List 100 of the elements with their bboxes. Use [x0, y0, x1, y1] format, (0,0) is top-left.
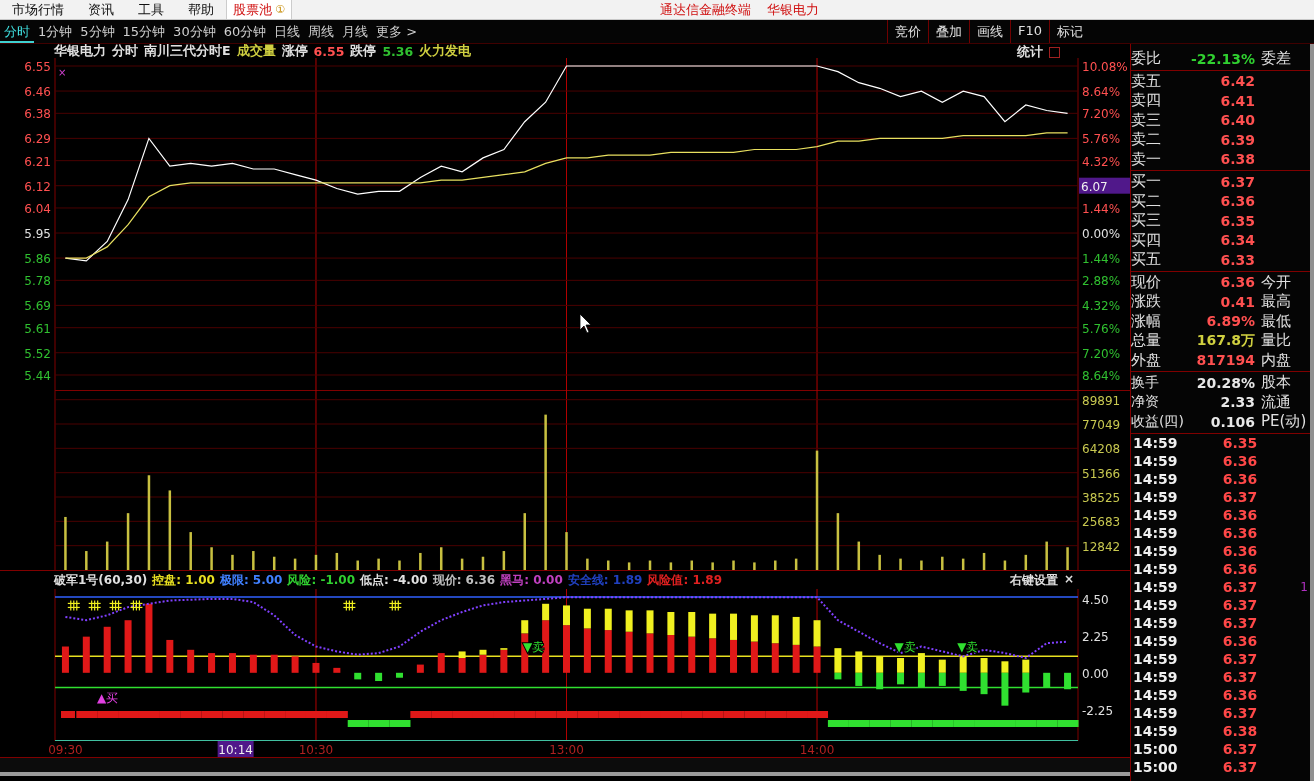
- chart-info: 5.36: [382, 43, 414, 59]
- ask-label: 卖四: [1131, 91, 1162, 111]
- axis-label: 8.64%: [1082, 85, 1121, 100]
- volume-bar: [523, 513, 526, 570]
- chart-info: 南川三代分时E: [144, 42, 231, 60]
- volume-bar: [272, 556, 276, 570]
- axis-label: 2.88%: [1082, 274, 1121, 289]
- chart-info: 分时: [112, 42, 138, 60]
- indicator-bar: [416, 664, 424, 673]
- quote-value: 2.33: [1219, 394, 1256, 411]
- trade-time: 14:59: [1132, 668, 1179, 685]
- toolbar-button[interactable]: 叠加: [927, 20, 969, 43]
- trade-time: 14:59: [1132, 470, 1179, 487]
- indicator-bar: [145, 603, 153, 673]
- volume-bar: [565, 532, 568, 570]
- trade-time: 14:59: [1132, 632, 1179, 649]
- axis-label: 10.08%: [1082, 60, 1128, 74]
- bid-price: 6.33: [1219, 251, 1256, 268]
- settings-link[interactable]: 右键设置: [1009, 572, 1058, 589]
- buy-signal: ▲买: [97, 690, 119, 705]
- chart-info: 华银电力: [54, 42, 106, 60]
- quote-label: 总量: [1131, 331, 1162, 351]
- volume-bar: [252, 551, 255, 570]
- period-tab[interactable]: 日线: [270, 20, 305, 43]
- indicator-bar: [270, 654, 278, 673]
- period-tab[interactable]: 更多 >: [372, 20, 422, 43]
- toolbar-button[interactable]: 竞价: [886, 20, 928, 43]
- axis-label: 51366: [1082, 466, 1121, 481]
- panel-toggle-icon[interactable]: [1049, 47, 1060, 58]
- axis-label: 10:30: [298, 743, 334, 757]
- quote-label: 涨跌: [1131, 292, 1162, 312]
- close-icon[interactable]: ×: [1063, 572, 1074, 589]
- ask-price: 6.38: [1219, 151, 1256, 168]
- hash-mark-icon: [67, 599, 81, 612]
- quote-label: 内盘: [1260, 350, 1292, 370]
- stats-button[interactable]: 统计: [1017, 44, 1043, 61]
- ask-price: 6.42: [1219, 73, 1256, 90]
- axis-label: 12842: [1082, 539, 1121, 554]
- trade-time: 14:59: [1132, 704, 1179, 721]
- quote-label: 最高: [1260, 292, 1292, 312]
- volume-bar: [836, 513, 840, 570]
- volume-bar: [335, 552, 339, 570]
- period-tab[interactable]: 1分钟: [34, 20, 77, 43]
- mouse-pointer-icon: [579, 313, 592, 334]
- toolbar-button[interactable]: 画线: [968, 20, 1010, 43]
- quote-label: PE(动): [1260, 412, 1308, 432]
- axis-label: 6.29: [24, 132, 51, 147]
- toolbar-button[interactable]: F10: [1009, 20, 1049, 43]
- trade-price: 6.37: [1221, 578, 1259, 595]
- period-tab[interactable]: 30分钟: [169, 20, 220, 43]
- trade-time: 14:59: [1132, 722, 1179, 739]
- hash-mark-icon: [129, 599, 143, 612]
- volume-bar: [774, 560, 777, 570]
- trade-price: 6.36: [1221, 632, 1259, 649]
- period-tab[interactable]: 60分钟: [219, 20, 271, 43]
- bid-price: 6.34: [1219, 232, 1256, 249]
- volume-bar: [314, 554, 318, 570]
- axis-label: 4.50: [1082, 592, 1109, 607]
- axis-label: 6.21: [24, 154, 51, 169]
- period-tab[interactable]: 月线: [338, 20, 373, 43]
- toolbar-button[interactable]: 标记: [1049, 20, 1090, 43]
- menu-item[interactable]: 市场行情: [0, 0, 76, 19]
- bid-price: 6.37: [1219, 173, 1256, 190]
- indicator-bar: [61, 646, 69, 673]
- period-tab[interactable]: 15分钟: [118, 20, 170, 43]
- volume-bar: [1045, 541, 1048, 570]
- stock-pool-tab[interactable]: 股票池 ①: [226, 0, 292, 19]
- indicator-bar: [228, 653, 236, 673]
- menu-item[interactable]: 工具: [126, 0, 176, 19]
- indicator-bar: [354, 672, 362, 680]
- trade-price: 6.37: [1221, 596, 1259, 613]
- menu-item[interactable]: 帮助: [176, 0, 226, 19]
- axis-label: 5.52: [24, 346, 51, 361]
- period-tab[interactable]: 周线: [304, 20, 339, 43]
- trade-price: 6.37: [1221, 704, 1259, 721]
- volume-bar: [732, 560, 735, 570]
- period-tab[interactable]: 5分钟: [76, 20, 119, 43]
- volume-bar: [356, 560, 359, 570]
- hash-mark-icon: [88, 599, 102, 612]
- window-title: 华银电力: [766, 0, 819, 19]
- trade-price: 6.36: [1221, 524, 1259, 541]
- trade-price: 6.35: [1221, 434, 1259, 451]
- axis-label: 1.44%: [1082, 252, 1121, 267]
- indicator-bar: [375, 672, 383, 681]
- indicator-bar: [249, 654, 257, 673]
- menu-item[interactable]: 资讯: [76, 0, 126, 19]
- trade-time: 14:59: [1132, 686, 1179, 703]
- volume-bar: [189, 532, 192, 570]
- volume-bar: [1066, 547, 1069, 570]
- axis-label: 6.46: [24, 85, 51, 100]
- quote-value: 6.36: [1219, 274, 1256, 291]
- trade-price: 6.37: [1221, 614, 1259, 631]
- quote-label: 现价: [1131, 272, 1162, 292]
- quote-label: 收益(四): [1131, 412, 1183, 431]
- hash-mark-icon: [108, 599, 123, 612]
- axis-label: 6.38: [24, 107, 51, 122]
- indicator-value: 黑马: 0.00: [500, 571, 563, 589]
- indicator-value: 风险: -1.00: [287, 571, 356, 589]
- volume-bar: [920, 560, 923, 570]
- period-tab[interactable]: 分时: [0, 20, 34, 43]
